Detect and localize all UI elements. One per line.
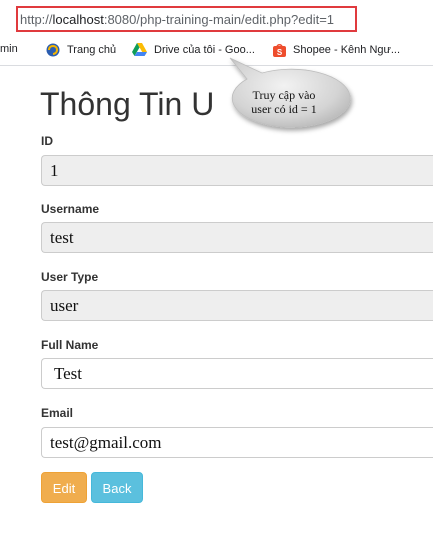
home-shortcut-icon — [46, 43, 60, 57]
annotation-line-2: user có id = 1 — [251, 102, 317, 116]
full-name-label: Full Name — [41, 338, 99, 352]
bookmark-drive[interactable]: Drive của tôi - Goo... — [132, 43, 255, 56]
full-name-field[interactable]: Test — [41, 358, 433, 389]
back-button[interactable]: Back — [91, 472, 143, 503]
annotation-text: Truy cập vào user có id = 1 — [228, 88, 340, 116]
bookmark-label: min — [0, 43, 18, 55]
annotation-line-1: Truy cập vào — [252, 88, 316, 102]
bookmark-label: Trang chủ — [67, 44, 117, 56]
address-bar[interactable]: http://localhost:8080/php-training-main/… — [0, 0, 433, 37]
shopee-icon: S — [273, 44, 286, 57]
bookmark-label: Shopee - Kênh Ngư... — [293, 44, 401, 56]
username-label: Username — [41, 202, 100, 216]
user-type-field: user — [41, 290, 433, 321]
email-field[interactable]: test@gmail.com — [41, 427, 433, 458]
url-path: :8080/php-training-main/edit.php?edit=1 — [103, 12, 335, 27]
id-label: ID — [41, 134, 53, 148]
id-field: 1 — [41, 155, 433, 186]
bookmarks-bar: min Trang chủ Drive của tôi - Goo... S S… — [0, 37, 433, 66]
svg-text:S: S — [277, 48, 283, 57]
edit-button[interactable]: Edit — [41, 472, 87, 503]
bookmark-label: Drive của tôi - Goo... — [154, 43, 255, 56]
url-host: localhost — [52, 12, 104, 27]
bookmark-item[interactable]: min — [0, 43, 18, 55]
username-field: test — [41, 222, 433, 253]
google-drive-icon — [132, 43, 147, 56]
page-title: Thông Tin U — [40, 86, 215, 122]
url-text[interactable]: http://localhost:8080/php-training-main/… — [20, 12, 334, 27]
email-label: Email — [41, 406, 74, 420]
bookmark-shopee[interactable]: S Shopee - Kênh Ngư... — [273, 43, 400, 57]
url-scheme: http:// — [20, 12, 53, 27]
user-type-label: User Type — [41, 270, 99, 284]
bookmark-trang-chu[interactable]: Trang chủ — [46, 43, 116, 57]
